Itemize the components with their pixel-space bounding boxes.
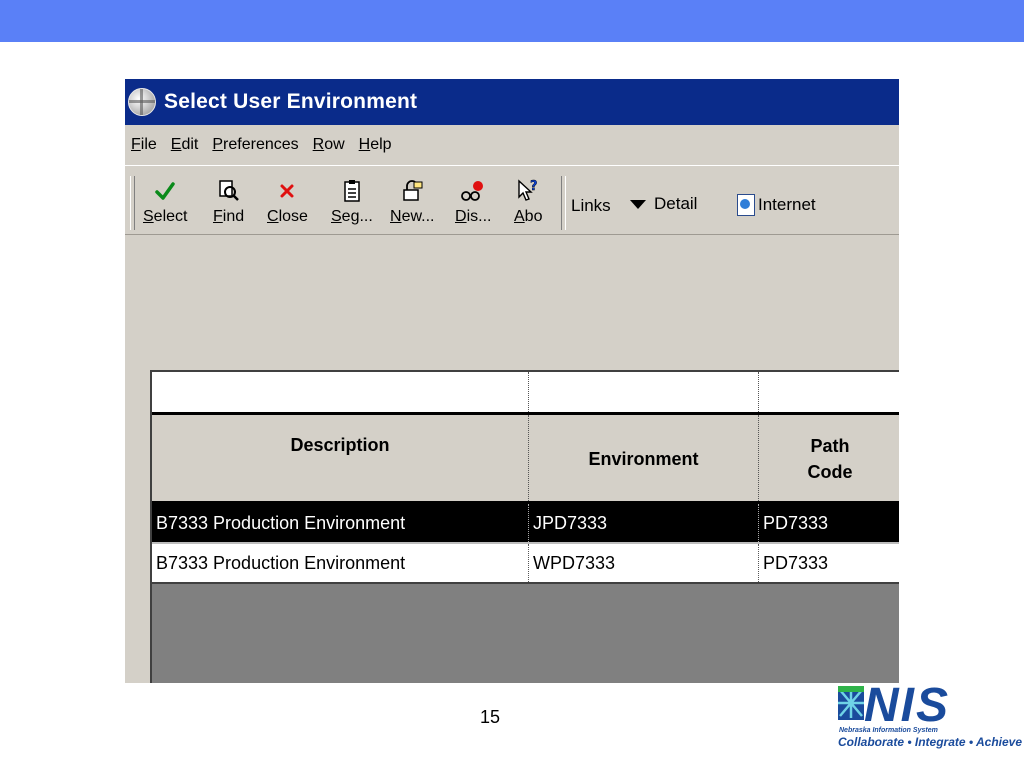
qbe-path-code-field[interactable]	[758, 372, 899, 412]
close-icon	[278, 178, 296, 204]
menu-row[interactable]: Row	[313, 136, 345, 154]
toolbar-separator	[561, 176, 566, 230]
seg-button-label: Seg...	[331, 208, 373, 225]
menu-help[interactable]: Help	[359, 136, 392, 154]
help-pointer-icon: ?	[516, 178, 540, 204]
toolbar: Select Find Close Seg... New... Dis... ?…	[125, 166, 899, 235]
nis-logo: NIS Nebraska Information System Collabor…	[836, 676, 1022, 756]
internet-link[interactable]: Internet	[737, 194, 816, 216]
about-button[interactable]: ? Abo	[514, 178, 542, 230]
title-bar: Select User Environment	[125, 79, 899, 125]
select-button-label: Select	[143, 208, 188, 225]
about-button-label: Abo	[514, 208, 543, 225]
menu-file[interactable]: File	[131, 136, 157, 154]
display-button-label: Dis...	[455, 208, 492, 225]
new-button[interactable]: New...	[390, 178, 434, 230]
toolbar-grip[interactable]	[130, 176, 135, 230]
globe-icon	[128, 88, 156, 116]
links-label: Links	[571, 196, 611, 215]
close-button-label: Close	[267, 208, 308, 225]
detail-dropdown[interactable]: Detail	[628, 194, 697, 214]
internet-label: Internet	[758, 195, 816, 214]
page-number: 15	[479, 707, 501, 727]
find-button[interactable]: Find	[213, 178, 244, 230]
qbe-environment-field[interactable]	[528, 372, 758, 412]
column-header-description[interactable]: Description	[152, 415, 528, 501]
cell-environment: WPD7333	[528, 544, 758, 582]
display-button[interactable]: Dis...	[455, 178, 491, 230]
menu-bar: File Edit Preferences Row Help	[125, 125, 899, 166]
triangle-down-icon	[630, 200, 646, 209]
internet-doc-icon	[737, 194, 755, 216]
logo-tagline: Collaborate • Integrate • Achieve	[838, 735, 1023, 749]
checkmark-icon	[154, 178, 176, 204]
qbe-description-field[interactable]	[152, 372, 528, 412]
find-icon	[217, 178, 241, 204]
logo-subtitle: Nebraska Information System	[839, 727, 938, 734]
slide-header-band	[0, 0, 1024, 42]
environment-grid: Description Environment Path Code B7333 …	[150, 370, 899, 683]
table-row[interactable]: B7333 Production Environment JPD7333 PD7…	[152, 504, 899, 544]
seg-button[interactable]: Seg...	[331, 178, 373, 230]
cell-description: B7333 Production Environment	[156, 512, 406, 533]
cell-environment: JPD7333	[528, 504, 758, 542]
svg-text:?: ?	[530, 179, 538, 194]
cell-path-code: PD7333	[758, 544, 899, 582]
close-button[interactable]: Close	[267, 178, 308, 230]
lock-icon	[400, 178, 424, 204]
menu-edit[interactable]: Edit	[171, 136, 199, 154]
cell-path-code: PD7333	[758, 504, 899, 542]
query-by-example-row	[152, 372, 899, 415]
select-button[interactable]: Select	[143, 178, 187, 230]
cell-description: B7333 Production Environment	[156, 552, 406, 573]
detail-label: Detail	[654, 194, 698, 213]
logo-wordmark: NIS	[864, 679, 951, 732]
find-button-label: Find	[213, 208, 245, 225]
column-header-path-code[interactable]: Path Code	[758, 415, 899, 501]
grid-header-row: Description Environment Path Code	[152, 415, 899, 504]
window-title: Select User Environment	[164, 90, 418, 113]
application-window: Select User Environment File Edit Prefer…	[125, 79, 899, 683]
column-header-environment[interactable]: Environment	[528, 415, 758, 501]
menu-preferences[interactable]: Preferences	[212, 136, 298, 154]
new-button-label: New...	[390, 208, 435, 225]
table-row[interactable]: B7333 Production Environment WPD7333 PD7…	[152, 544, 899, 584]
glasses-icon	[460, 178, 486, 204]
clipboard-icon	[342, 178, 362, 204]
